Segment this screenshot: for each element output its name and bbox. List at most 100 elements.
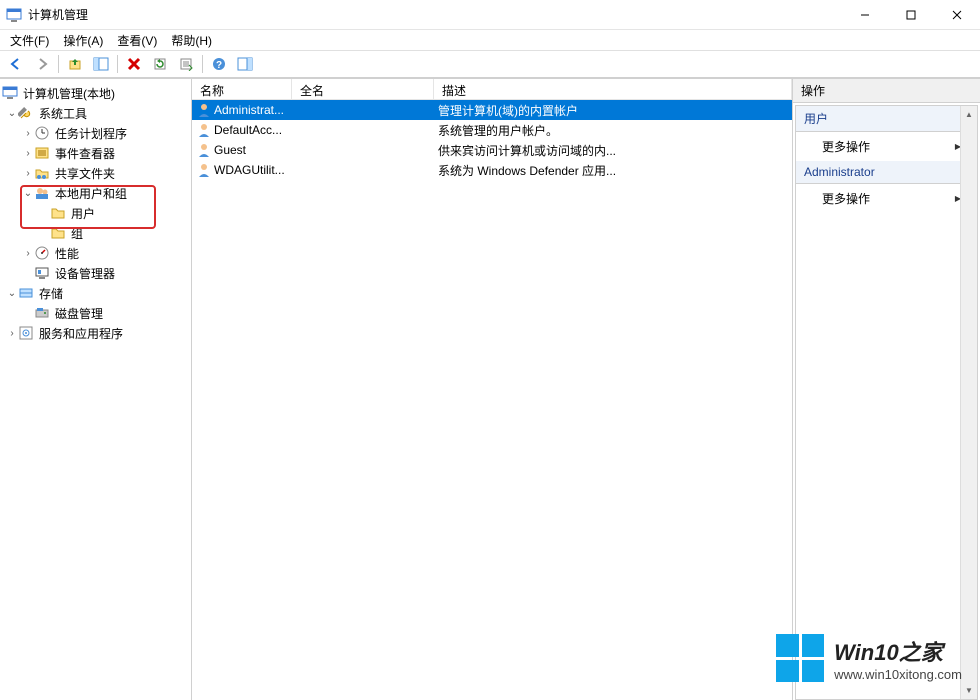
user-icon <box>196 122 212 138</box>
show-hide-tree-button[interactable] <box>89 53 113 75</box>
maximize-button[interactable] <box>888 0 934 30</box>
delete-button[interactable] <box>122 53 146 75</box>
list-header: 名称 全名 描述 <box>192 79 792 100</box>
disk-icon <box>34 305 50 321</box>
chevron-right-icon[interactable]: › <box>22 168 34 179</box>
chevron-down-icon[interactable]: ⌄ <box>6 288 18 299</box>
scroll-up-icon[interactable]: ▲ <box>961 106 977 123</box>
clock-icon <box>34 125 50 141</box>
tree-services-apps-label: 服务和应用程序 <box>37 324 125 343</box>
menu-help[interactable]: 帮助(H) <box>165 30 218 51</box>
event-viewer-icon <box>34 145 50 161</box>
minimize-button[interactable] <box>842 0 888 30</box>
computer-icon <box>2 85 18 101</box>
tree-users[interactable]: 用户 <box>2 203 189 223</box>
cell-description: 系统管理的用户帐户。 <box>434 122 792 139</box>
tree-storage-label: 存储 <box>37 284 65 303</box>
actions-more-users[interactable]: 更多操作 ▶ <box>796 132 977 161</box>
chevron-right-icon[interactable]: › <box>22 128 34 139</box>
cell-description: 系统为 Windows Defender 应用... <box>434 162 792 179</box>
svg-text:?: ? <box>216 60 222 71</box>
scrollbar[interactable]: ▲ ▼ <box>960 106 977 699</box>
main-area: 计算机管理(本地) ⌄ 系统工具 › 任务计划程序 › 事件查看器 › 共享文件 <box>0 78 980 700</box>
refresh-button[interactable] <box>148 53 172 75</box>
list-row[interactable]: Administrat... 管理计算机(域)的内置帐户 <box>192 100 792 120</box>
tree-disk-management-label: 磁盘管理 <box>53 304 105 323</box>
device-manager-icon <box>34 265 50 281</box>
titlebar: 计算机管理 <box>0 0 980 30</box>
list-body[interactable]: Administrat... 管理计算机(域)的内置帐户 DefaultAcc.… <box>192 100 792 700</box>
tree-storage[interactable]: ⌄ 存储 <box>2 283 189 303</box>
list-row[interactable]: Guest 供来宾访问计算机或访问域的内... <box>192 140 792 160</box>
tree-sys-tools[interactable]: ⌄ 系统工具 <box>2 103 189 123</box>
col-name[interactable]: 名称 <box>192 79 292 99</box>
chevron-down-icon[interactable]: ⌄ <box>6 108 18 119</box>
actions-header: 操作 <box>793 79 980 103</box>
actions-more-users-label: 更多操作 <box>822 138 870 155</box>
col-description[interactable]: 描述 <box>434 79 792 99</box>
actions-more-admin[interactable]: 更多操作 ▶ <box>796 184 977 213</box>
tree-performance-label: 性能 <box>53 244 81 263</box>
cell-name: WDAGUtilit... <box>214 163 285 177</box>
tools-icon <box>18 105 34 121</box>
tree[interactable]: 计算机管理(本地) ⌄ 系统工具 › 任务计划程序 › 事件查看器 › 共享文件 <box>0 81 191 345</box>
up-button[interactable] <box>63 53 87 75</box>
scroll-down-icon[interactable]: ▼ <box>961 682 977 699</box>
list-row[interactable]: DefaultAcc... 系统管理的用户帐户。 <box>192 120 792 140</box>
tree-users-label: 用户 <box>69 204 97 223</box>
tree-task-scheduler-label: 任务计划程序 <box>53 124 129 143</box>
col-fullname[interactable]: 全名 <box>292 79 434 99</box>
user-icon <box>196 102 212 118</box>
tree-event-viewer[interactable]: › 事件查看器 <box>2 143 189 163</box>
cell-description: 管理计算机(域)的内置帐户 <box>434 102 792 119</box>
tree-device-manager-label: 设备管理器 <box>53 264 117 283</box>
actions-section-users[interactable]: 用户 ▲ <box>796 106 977 132</box>
menu-action[interactable]: 操作(A) <box>57 30 109 51</box>
chevron-right-icon[interactable]: › <box>22 148 34 159</box>
chevron-right-icon[interactable]: › <box>22 248 34 259</box>
tree-task-scheduler[interactable]: › 任务计划程序 <box>2 123 189 143</box>
window-title: 计算机管理 <box>28 6 88 23</box>
actions-more-admin-label: 更多操作 <box>822 190 870 207</box>
user-icon <box>196 162 212 178</box>
menubar: 文件(F) 操作(A) 查看(V) 帮助(H) <box>0 30 980 50</box>
tree-sys-tools-label: 系统工具 <box>37 104 89 123</box>
app-icon <box>6 7 22 23</box>
tree-shared-folders[interactable]: › 共享文件夹 <box>2 163 189 183</box>
actions-section-users-label: 用户 <box>804 110 828 127</box>
tree-root-label: 计算机管理(本地) <box>21 84 117 103</box>
menu-file[interactable]: 文件(F) <box>4 30 55 51</box>
cell-name: Guest <box>214 143 246 157</box>
user-icon <box>196 142 212 158</box>
shared-folder-icon <box>34 165 50 181</box>
tree-services-apps[interactable]: › 服务和应用程序 <box>2 323 189 343</box>
back-button[interactable] <box>4 53 28 75</box>
help-button[interactable]: ? <box>207 53 231 75</box>
show-hide-action-pane-button[interactable] <box>233 53 257 75</box>
list-row[interactable]: WDAGUtilit... 系统为 Windows Defender 应用... <box>192 160 792 180</box>
folder-icon <box>50 205 66 221</box>
tree-root[interactable]: 计算机管理(本地) <box>2 83 189 103</box>
storage-icon <box>18 285 34 301</box>
tree-groups[interactable]: 组 <box>2 223 189 243</box>
toolbar-separator <box>58 55 59 73</box>
actions-section-admin[interactable]: Administrator ▲ <box>796 161 977 184</box>
close-button[interactable] <box>934 0 980 30</box>
toolbar-separator <box>117 55 118 73</box>
cell-description: 供来宾访问计算机或访问域的内... <box>434 142 792 159</box>
menu-view[interactable]: 查看(V) <box>111 30 163 51</box>
tree-device-manager[interactable]: 设备管理器 <box>2 263 189 283</box>
tree-disk-management[interactable]: 磁盘管理 <box>2 303 189 323</box>
tree-panel: 计算机管理(本地) ⌄ 系统工具 › 任务计划程序 › 事件查看器 › 共享文件 <box>0 78 192 700</box>
chevron-right-icon[interactable]: › <box>6 328 18 339</box>
tree-performance[interactable]: › 性能 <box>2 243 189 263</box>
tree-local-users-groups-label: 本地用户和组 <box>53 184 129 203</box>
tree-local-users-groups[interactable]: ⌄ 本地用户和组 <box>2 183 189 203</box>
cell-name: DefaultAcc... <box>214 123 282 137</box>
export-list-button[interactable] <box>174 53 198 75</box>
chevron-down-icon[interactable]: ⌄ <box>22 188 34 199</box>
services-icon <box>18 325 34 341</box>
actions-panel: 操作 用户 ▲ 更多操作 ▶ Administrator ▲ 更多操作 ▶ ▲ … <box>793 78 980 700</box>
forward-button[interactable] <box>30 53 54 75</box>
tree-groups-label: 组 <box>69 224 85 243</box>
